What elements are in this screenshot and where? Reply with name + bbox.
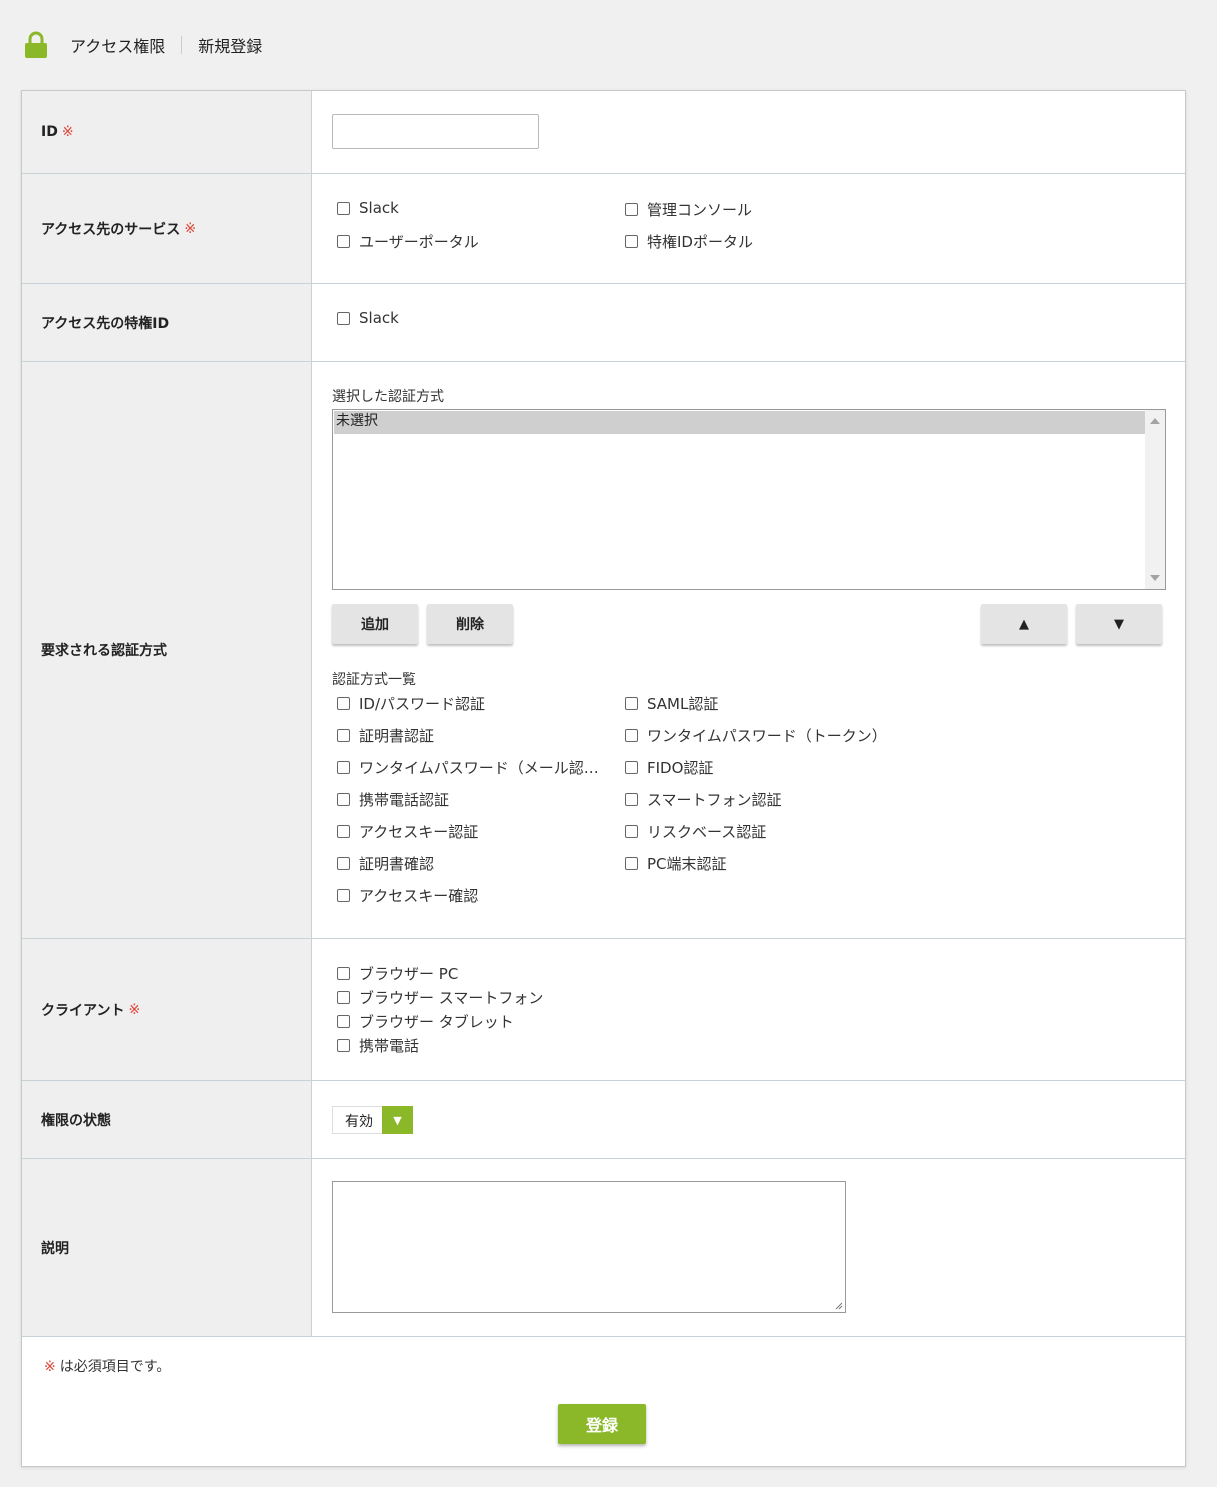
page-title: 新規登録 — [198, 37, 263, 56]
service-checkbox-admin-console[interactable]: 管理コンソール — [625, 199, 752, 220]
service-checkbox-slack[interactable]: Slack — [337, 199, 399, 217]
lock-icon — [25, 31, 47, 58]
resize-grip-icon[interactable] — [833, 1300, 843, 1310]
checkbox-box[interactable] — [337, 235, 350, 248]
checkbox-box[interactable] — [337, 1015, 350, 1028]
checkbox-box[interactable] — [337, 793, 350, 806]
checkbox-box[interactable] — [625, 729, 638, 742]
checkbox-box[interactable] — [625, 697, 638, 710]
client-checkbox-browser-smartphone[interactable]: ブラウザー スマートフォン — [337, 987, 543, 1008]
privileged-id-checkbox-slack[interactable]: Slack — [337, 309, 399, 327]
required-note: ※ は必須項目です。 — [44, 1359, 171, 1375]
breadcrumb-divider — [181, 36, 183, 54]
auth-method-checkbox[interactable]: 携帯電話認証 — [337, 789, 449, 810]
auth-method-checkbox[interactable]: PC端末認証 — [625, 853, 727, 874]
privileged-id-label: アクセス先の特権ID — [22, 284, 312, 361]
status-select-value: 有効 — [345, 1114, 373, 1130]
auth-method-checkbox[interactable]: ID/パスワード認証 — [337, 693, 485, 714]
auth-method-checkbox[interactable]: リスクベース認証 — [625, 821, 766, 842]
privileged-id-row: アクセス先の特権ID Slack — [22, 284, 1185, 362]
checkbox-box[interactable] — [337, 825, 350, 838]
services-row: アクセス先のサービス ※ Slack 管理コンソール ユーザーポータル 特権IDポ… — [22, 174, 1185, 284]
register-button[interactable]: 登録 — [558, 1404, 646, 1444]
checkbox-box[interactable] — [337, 991, 350, 1004]
description-row: 説明 — [22, 1159, 1185, 1337]
auth-list-caption: 認証方式一覧 — [332, 672, 416, 688]
checkbox-box[interactable] — [625, 825, 638, 838]
service-checkbox-user-portal[interactable]: ユーザーポータル — [337, 231, 479, 252]
client-row: クライアント ※ ブラウザー PC ブラウザー スマートフォン ブラウザー タブレ… — [22, 939, 1185, 1081]
auth-method-checkbox[interactable]: 証明書認証 — [337, 725, 434, 746]
status-label: 権限の状態 — [22, 1081, 312, 1158]
client-checkbox-browser-tablet[interactable]: ブラウザー タブレット — [337, 1011, 514, 1032]
auth-method-checkbox[interactable]: FIDO認証 — [625, 757, 713, 778]
breadcrumb-section[interactable]: アクセス権限 — [70, 33, 165, 57]
scroll-down-icon[interactable] — [1150, 575, 1160, 581]
checkbox-box[interactable] — [337, 201, 350, 215]
required-mark: ※ — [128, 1001, 141, 1018]
client-label: クライアント ※ — [22, 939, 312, 1080]
page-header: アクセス権限 新規登録 — [24, 30, 262, 60]
description-textarea[interactable] — [332, 1181, 846, 1313]
required-mark: ※ — [61, 124, 74, 140]
listbox-option[interactable]: 未選択 — [334, 411, 1145, 434]
move-up-button[interactable]: ▲ — [981, 604, 1067, 644]
checkbox-box[interactable] — [625, 235, 638, 248]
auth-method-checkbox[interactable]: ワンタイムパスワード（メール認… — [337, 757, 599, 778]
checkbox-box[interactable] — [337, 729, 350, 742]
auth-methods-row: 要求される認証方式 選択した認証方式 未選択 追加 削除 ▲ ▼ 認証方式一覧 … — [22, 362, 1185, 939]
status-select[interactable]: 有効 ▼ — [332, 1106, 413, 1134]
auth-method-checkbox[interactable]: スマートフォン認証 — [625, 789, 782, 810]
checkbox-box[interactable] — [337, 761, 350, 774]
chevron-down-icon[interactable]: ▼ — [382, 1106, 413, 1134]
description-label: 説明 — [22, 1159, 312, 1336]
auth-method-checkbox[interactable]: ワンタイムパスワード（トークン） — [625, 725, 887, 746]
id-row: ID ※ — [22, 91, 1185, 174]
checkbox-box[interactable] — [625, 857, 638, 870]
checkbox-box[interactable] — [625, 203, 638, 216]
checkbox-box[interactable] — [625, 793, 638, 806]
scroll-up-icon[interactable] — [1150, 418, 1160, 424]
auth-method-checkbox[interactable]: アクセスキー確認 — [337, 885, 478, 906]
checkbox-box[interactable] — [337, 889, 350, 902]
auth-method-checkbox[interactable]: アクセスキー認証 — [337, 821, 478, 842]
checkbox-box[interactable] — [337, 697, 350, 710]
client-checkbox-browser-pc[interactable]: ブラウザー PC — [337, 963, 458, 984]
required-mark: ※ — [184, 220, 197, 237]
delete-button[interactable]: 削除 — [427, 604, 513, 644]
checkbox-box[interactable] — [337, 967, 350, 980]
required-mark: ※ — [44, 1359, 56, 1375]
id-input[interactable] — [332, 114, 539, 149]
checkbox-box[interactable] — [337, 311, 350, 325]
checkbox-box[interactable] — [625, 761, 638, 774]
checkbox-box[interactable] — [337, 1039, 350, 1052]
auth-methods-label: 要求される認証方式 — [22, 362, 312, 938]
services-label: アクセス先のサービス ※ — [22, 174, 312, 283]
client-checkbox-mobile-phone[interactable]: 携帯電話 — [337, 1035, 419, 1056]
id-label: ID ※ — [22, 91, 312, 173]
selected-auth-caption: 選択した認証方式 — [332, 389, 444, 405]
selected-auth-listbox[interactable]: 未選択 — [332, 409, 1166, 590]
auth-method-checkbox[interactable]: SAML認証 — [625, 693, 718, 714]
add-button[interactable]: 追加 — [332, 604, 418, 644]
status-row: 権限の状態 有効 ▼ — [22, 1081, 1185, 1159]
service-checkbox-privileged-id-portal[interactable]: 特権IDポータル — [625, 231, 753, 252]
move-down-button[interactable]: ▼ — [1076, 604, 1162, 644]
listbox-scrollbar[interactable] — [1145, 410, 1165, 589]
checkbox-box[interactable] — [337, 857, 350, 870]
registration-form: ID ※ アクセス先のサービス ※ Slack 管理コンソール ユーザーポータル 特… — [21, 90, 1186, 1467]
auth-method-checkbox[interactable]: 証明書確認 — [337, 853, 434, 874]
